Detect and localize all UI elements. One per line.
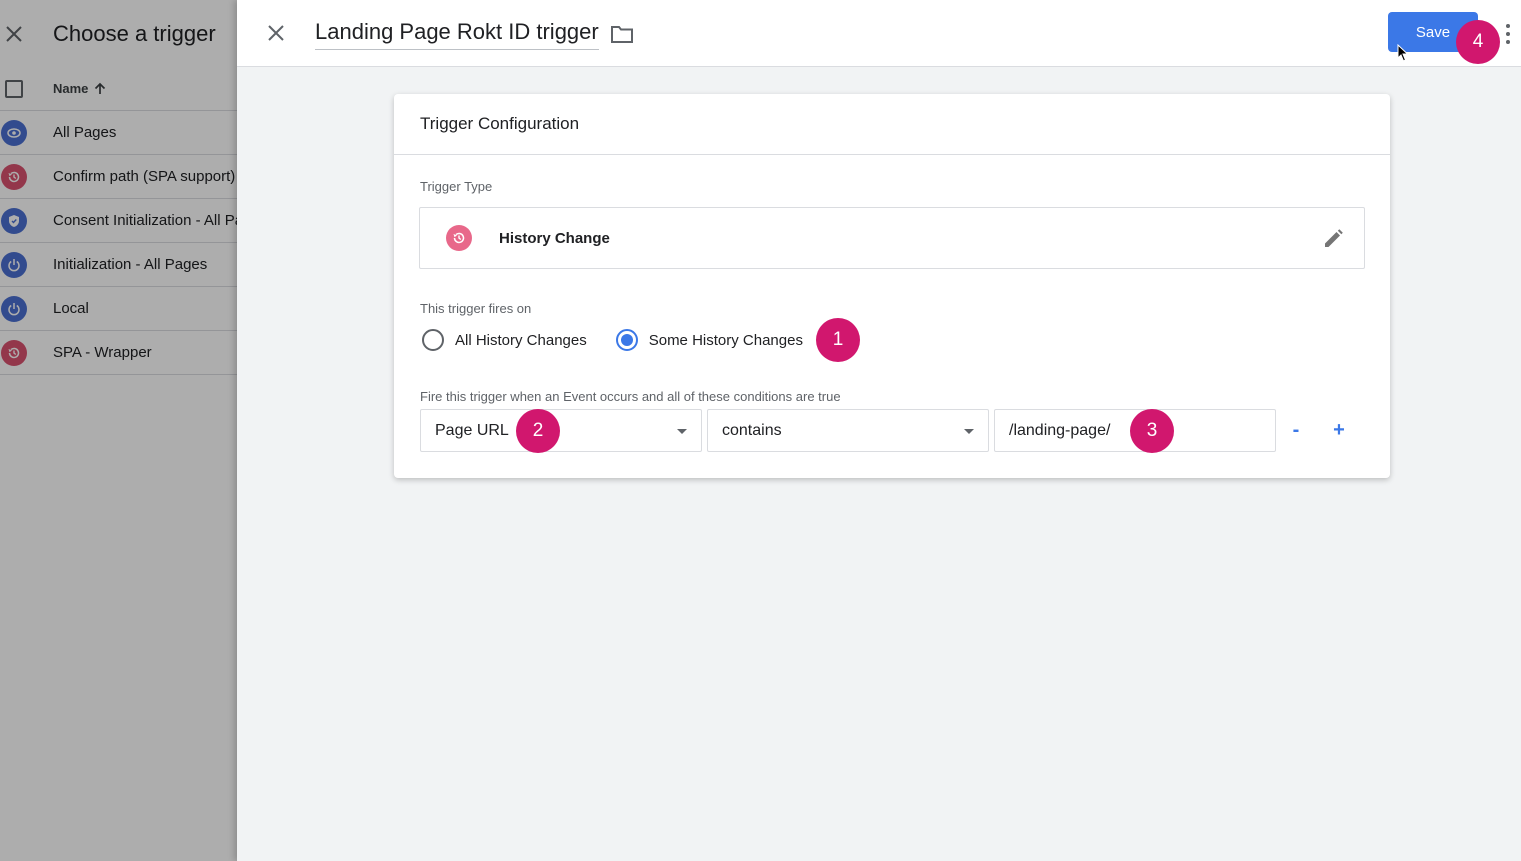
- folder-icon[interactable]: [610, 23, 634, 45]
- trigger-type-label: Trigger Type: [420, 179, 493, 194]
- editor-close-button[interactable]: [263, 20, 289, 46]
- dropdown-arrow-icon: [964, 429, 974, 434]
- operator-select-value: contains: [722, 421, 782, 439]
- card-title: Trigger Configuration: [394, 94, 1390, 155]
- variable-select[interactable]: Page URL: [420, 409, 702, 452]
- trigger-editor-panel: Landing Page Rokt ID trigger Save 4 Trig…: [237, 0, 1521, 861]
- trigger-picker-panel: Choose a trigger Name All Pages Confirm …: [0, 0, 237, 861]
- radio-label-some[interactable]: Some History Changes: [649, 332, 803, 349]
- trigger-type-selector[interactable]: History Change: [419, 207, 1365, 269]
- remove-condition-button[interactable]: -: [1283, 409, 1309, 452]
- radio-label-all[interactable]: All History Changes: [455, 332, 587, 349]
- add-condition-button[interactable]: +: [1326, 409, 1352, 452]
- dropdown-arrow-icon: [677, 429, 687, 434]
- variable-select-value: Page URL: [435, 421, 509, 439]
- close-icon: [268, 25, 284, 41]
- radio-all-history-changes[interactable]: [422, 329, 444, 351]
- pencil-icon[interactable]: [1322, 228, 1344, 250]
- fires-on-radio-group: All History Changes Some History Changes: [422, 329, 803, 351]
- step-badge-3: 3: [1130, 409, 1174, 453]
- step-badge-1: 1: [816, 318, 860, 362]
- history-icon: [446, 225, 472, 251]
- operator-select[interactable]: contains: [707, 409, 989, 452]
- editor-topbar: Landing Page Rokt ID trigger Save 4: [237, 0, 1521, 67]
- step-badge-2: 2: [516, 409, 560, 453]
- picker-dim-overlay: [0, 0, 237, 861]
- trigger-configuration-card: Trigger Configuration Trigger Type Histo…: [394, 94, 1390, 478]
- more-options-icon[interactable]: [1503, 22, 1513, 46]
- step-badge-4: 4: [1456, 20, 1500, 64]
- trigger-name-field[interactable]: Landing Page Rokt ID trigger: [315, 19, 599, 50]
- conditions-label: Fire this trigger when an Event occurs a…: [420, 389, 841, 404]
- radio-some-history-changes[interactable]: [615, 329, 638, 351]
- mouse-cursor-icon: [1397, 44, 1409, 62]
- fires-on-label: This trigger fires on: [420, 301, 532, 316]
- trigger-type-value: History Change: [499, 229, 610, 247]
